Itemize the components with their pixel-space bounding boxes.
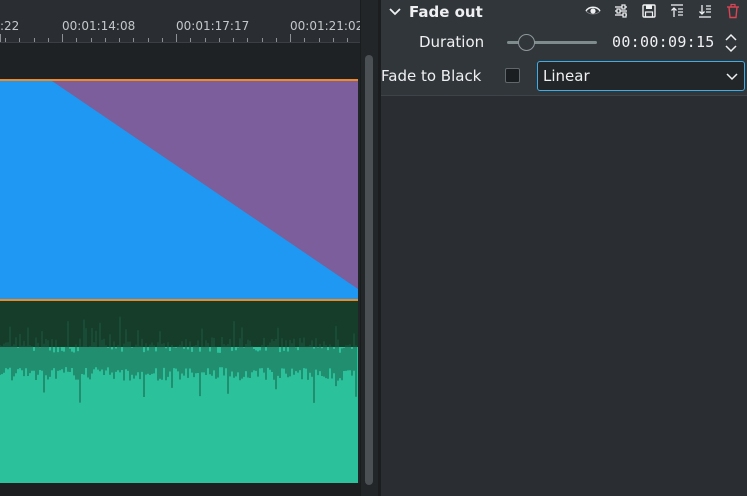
ruler-tick (148, 38, 149, 42)
ruler-tick (333, 38, 334, 42)
duration-timecode-input[interactable]: 00:00:09:15 (612, 33, 715, 51)
spinner-arrows-icon[interactable] (724, 32, 738, 54)
ruler-tick (233, 38, 234, 42)
ruler-tick (276, 38, 277, 42)
chevron-down-icon[interactable] (387, 4, 403, 20)
duration-label: Duration (419, 33, 485, 51)
ruler-timecode-label: 00:01:14:08 (62, 19, 136, 33)
effect-header: Fade out (381, 0, 747, 24)
timeline-vertical-scrollbar[interactable] (360, 0, 378, 496)
curve-select-value: Linear (543, 67, 590, 85)
ruler-tick-major (62, 34, 63, 42)
track-spacer (0, 43, 360, 79)
ruler-tick (219, 38, 220, 42)
ruler-tick-major (0, 34, 1, 42)
ruler-tick (19, 38, 20, 42)
fade-to-black-checkbox[interactable] (505, 68, 520, 83)
chevron-down-icon (726, 73, 738, 81)
audio-clip[interactable] (0, 301, 358, 483)
ruler-timecode-label: :22 (0, 19, 20, 33)
fade-curve-select[interactable]: Linear (537, 61, 745, 91)
ruler-tick (190, 38, 191, 42)
fade-out-overlay (52, 81, 358, 289)
ruler-tick (205, 38, 206, 42)
audio-waveform (0, 301, 358, 403)
ruler-tick-major (290, 34, 291, 42)
ruler-tick (91, 38, 92, 42)
fade-triangle (52, 81, 358, 289)
ruler-tick (247, 38, 248, 42)
ruler-tick (34, 38, 35, 42)
ruler-tick (48, 38, 49, 42)
timeline-bottom-strip (0, 483, 360, 496)
timeline-ruler[interactable]: :22 00:01:14:08 00:01:17:17 00:01:21:02 (0, 0, 360, 43)
ruler-tick (105, 38, 106, 42)
ruler-tick (119, 38, 120, 42)
video-clip[interactable] (0, 79, 358, 301)
effect-title: Fade out (409, 3, 483, 21)
ruler-tick (262, 38, 263, 42)
duration-slider-handle[interactable] (518, 34, 535, 51)
ruler-tick (133, 38, 134, 42)
timeline-area: :22 00:01:14:08 00:01:17:17 00:01:21:02 (0, 0, 360, 496)
effect-stack-panel: Fade out Duration 00:00:09:15 Fade to Bl… (381, 0, 747, 496)
move-up-icon[interactable] (669, 3, 685, 19)
ruler-timecode-label: 00:01:21:02 (290, 19, 360, 33)
scrollbar-thumb[interactable] (365, 55, 373, 485)
fade-to-black-label: Fade to Black (381, 67, 482, 85)
eye-icon[interactable] (585, 3, 601, 19)
ruler-tick-major (176, 34, 177, 42)
ruler-tick (5, 38, 6, 42)
ruler-timecode-label: 00:01:17:17 (176, 19, 250, 33)
ruler-tick (347, 38, 348, 42)
sliders-icon[interactable] (613, 3, 629, 19)
ruler-tick (162, 38, 163, 42)
ruler-tick (304, 38, 305, 42)
move-down-icon[interactable] (697, 3, 713, 19)
delete-icon[interactable] (725, 3, 741, 19)
effect-fade-out: Fade out Duration 00:00:09:15 Fade to Bl… (381, 0, 747, 96)
ruler-tick (76, 38, 77, 42)
ruler-tick (319, 38, 320, 42)
save-icon[interactable] (641, 3, 657, 19)
